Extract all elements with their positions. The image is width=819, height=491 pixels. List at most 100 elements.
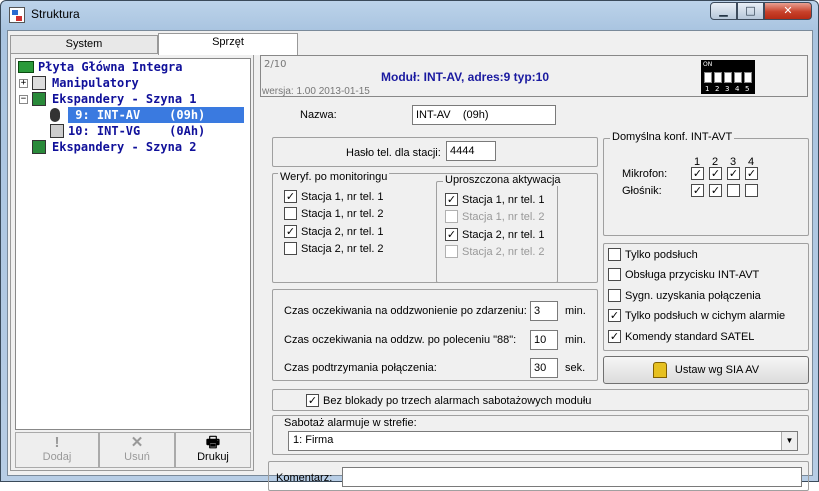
tree-item-keypads[interactable]: Manipulatory xyxy=(52,75,139,91)
close-button[interactable]: ✕ xyxy=(764,2,812,20)
monitoring-verif-checkbox[interactable] xyxy=(284,242,297,255)
name-input[interactable]: INT-AV (09h) xyxy=(412,105,556,125)
set-sia-button[interactable]: Ustaw wg SIA AV xyxy=(603,356,809,384)
delete-icon: ✕ xyxy=(130,434,144,451)
window-title: Struktura xyxy=(31,7,80,21)
tamper-label: Sabotaż alarmuje w strefie: xyxy=(284,417,417,429)
print-button[interactable]: 🖶 Drukuj xyxy=(175,432,251,468)
tamper-zone-value: 1: Firma xyxy=(293,434,334,446)
tab-hardware[interactable]: Sprzęt xyxy=(158,33,298,55)
monitoring-verif-checkbox[interactable] xyxy=(284,207,297,220)
tab-strip: System Sprzęt xyxy=(10,33,300,55)
speaker-checkbox[interactable]: ✓ xyxy=(691,184,704,197)
structure-tree[interactable]: Płyta Główna Integra + Manipulatory − Ek… xyxy=(15,58,251,430)
minimize-button[interactable]: ▁ xyxy=(710,2,737,20)
delete-label: Usuń xyxy=(124,451,150,463)
microphone-checkbox[interactable]: ✓ xyxy=(745,167,758,180)
option-checkbox[interactable]: ✓ xyxy=(608,330,621,343)
comment-input[interactable] xyxy=(342,467,802,487)
simple-activation-checkbox[interactable]: ✓ xyxy=(445,228,458,241)
dip-number-4: 4 xyxy=(735,85,740,93)
maximize-button[interactable]: □ xyxy=(737,2,764,20)
monitoring-verif-checkbox[interactable]: ✓ xyxy=(284,190,297,203)
speaker-checkbox[interactable] xyxy=(727,184,740,197)
hold-unit: sek. xyxy=(565,362,586,374)
dropdown-arrow-icon[interactable]: ▼ xyxy=(781,432,797,450)
option-checkbox[interactable] xyxy=(608,268,621,281)
wait-88-unit: min. xyxy=(565,334,586,346)
app-icon xyxy=(9,7,25,23)
dip-switch-icon: ON 1 2 3 4 5 xyxy=(701,60,755,94)
speaker-checkbox[interactable]: ✓ xyxy=(709,184,722,197)
password-input[interactable]: 4444 xyxy=(446,141,496,161)
set-sia-label: Ustaw wg SIA AV xyxy=(674,364,760,376)
option-label: Tylko podsłuch xyxy=(625,249,698,261)
dip-number-2: 2 xyxy=(715,85,720,93)
module-pager: 2/10 xyxy=(264,59,287,70)
module-header: 2/10 Moduł: INT-AV, adres:9 typ:10 wersj… xyxy=(260,55,808,97)
module-title: Moduł: INT-AV, adres:9 typ:10 xyxy=(381,70,550,84)
simple-activation-checkbox[interactable] xyxy=(445,245,458,258)
expand-icon[interactable]: + xyxy=(19,79,28,88)
left-panel: Płyta Główna Integra + Manipulatory − Ek… xyxy=(10,53,254,471)
collapse-icon[interactable]: − xyxy=(19,95,28,104)
title-bar: Struktura ▁ □ ✕ xyxy=(1,1,818,29)
monitoring-verif-title: Weryf. po monitoringu xyxy=(278,171,390,183)
tree-item-mainboard[interactable]: Płyta Główna Integra xyxy=(38,59,183,75)
simple-activation-label: Stacja 1, nr tel. 1 xyxy=(462,194,545,206)
delete-button[interactable]: ✕ Usuń xyxy=(99,432,175,468)
monitoring-verif-label: Stacja 2, nr tel. 1 xyxy=(301,226,384,238)
dip-on-label: ON xyxy=(703,61,713,68)
option-checkbox[interactable] xyxy=(608,289,621,302)
option-label: Obsługa przycisku INT-AVT xyxy=(625,269,760,281)
hand-icon xyxy=(652,362,667,379)
hold-input[interactable]: 30 xyxy=(530,358,558,378)
dip-switch-3 xyxy=(724,72,732,83)
microphone-checkbox[interactable]: ✓ xyxy=(691,167,704,180)
tree-item-int-av[interactable]: 9: INT-AV (09h) xyxy=(68,107,244,123)
dip-number-1: 1 xyxy=(705,85,710,93)
simple-activation-title: Uproszczona aktywacja xyxy=(443,174,563,186)
monitoring-verif-label: Stacja 1, nr tel. 1 xyxy=(301,191,384,203)
simple-activation-label: Stacja 1, nr tel. 2 xyxy=(462,211,545,223)
add-icon: ! xyxy=(54,434,60,451)
wait-88-input[interactable]: 10 xyxy=(530,330,558,350)
dip-switch-5 xyxy=(744,72,752,83)
expander-bus-icon xyxy=(32,140,46,154)
no-block-checkbox[interactable]: ✓ xyxy=(306,394,319,407)
wait-event-label: Czas oczekiwania na oddzwonienie po zdar… xyxy=(284,305,527,317)
avt-config-title: Domyślna konf. INT-AVT xyxy=(610,131,735,143)
dip-switch-4 xyxy=(734,72,742,83)
name-label: Nazwa: xyxy=(300,109,337,121)
tree-item-int-vg[interactable]: 10: INT-VG (0Ah) xyxy=(68,123,205,139)
monitoring-verif-label: Stacja 2, nr tel. 2 xyxy=(301,243,384,255)
print-label: Drukuj xyxy=(197,451,229,463)
option-label: Komendy standard SATEL xyxy=(625,331,755,343)
microphone-checkbox[interactable]: ✓ xyxy=(709,167,722,180)
firmware-version: wersja: 1.00 2013-01-15 xyxy=(262,86,370,97)
option-checkbox[interactable] xyxy=(608,248,621,261)
microphone-checkbox[interactable]: ✓ xyxy=(727,167,740,180)
add-button[interactable]: ! Dodaj xyxy=(15,432,99,468)
tree-item-bus2[interactable]: Ekspandery - Szyna 2 xyxy=(52,139,197,155)
simple-activation-label: Stacja 2, nr tel. 1 xyxy=(462,229,545,241)
simple-activation-checkbox[interactable] xyxy=(445,210,458,223)
tamper-zone-select[interactable]: 1: Firma ▼ xyxy=(288,431,798,451)
password-label: Hasło tel. dla stacji: xyxy=(346,147,441,159)
tab-system[interactable]: System xyxy=(10,35,158,54)
dip-switch-2 xyxy=(714,72,722,83)
structure-window: Struktura ▁ □ ✕ System Sprzęt Płyta Głów… xyxy=(0,0,819,491)
simple-activation-label: Stacja 2, nr tel. 2 xyxy=(462,246,545,258)
microphone-label: Mikrofon: xyxy=(622,168,668,180)
add-label: Dodaj xyxy=(42,451,72,463)
dip-number-5: 5 xyxy=(745,85,750,93)
option-checkbox[interactable]: ✓ xyxy=(608,309,621,322)
monitoring-verif-checkbox[interactable]: ✓ xyxy=(284,225,297,238)
option-label: Sygn. uzyskania połączenia xyxy=(625,290,761,302)
tree-item-bus1[interactable]: Ekspandery - Szyna 1 xyxy=(52,91,197,107)
speaker-checkbox[interactable] xyxy=(745,184,758,197)
no-block-label: Bez blokady po trzech alarmach sabotażow… xyxy=(323,395,592,407)
tree-buttons: ! Dodaj ✕ Usuń 🖶 Drukuj xyxy=(15,432,251,468)
wait-event-input[interactable]: 3 xyxy=(530,301,558,321)
simple-activation-checkbox[interactable]: ✓ xyxy=(445,193,458,206)
